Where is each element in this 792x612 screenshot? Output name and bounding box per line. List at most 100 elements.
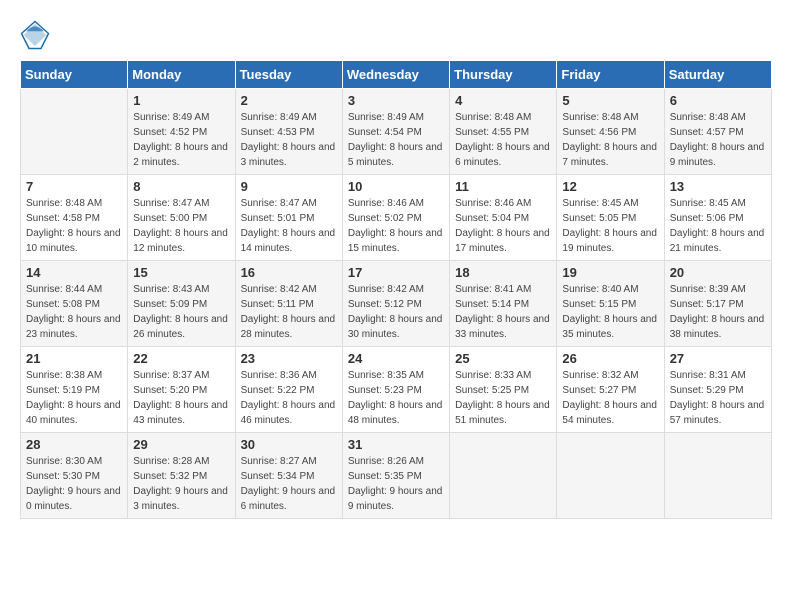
calendar-cell: 12 Sunrise: 8:45 AMSunset: 5:05 PMDayligh… <box>557 175 664 261</box>
day-number: 3 <box>348 93 444 108</box>
calendar-header-monday: Monday <box>128 61 235 89</box>
day-number: 16 <box>241 265 337 280</box>
calendar-cell: 15 Sunrise: 8:43 AMSunset: 5:09 PMDayligh… <box>128 261 235 347</box>
day-detail: Sunrise: 8:28 AMSunset: 5:32 PMDaylight:… <box>133 454 229 514</box>
day-detail: Sunrise: 8:47 AMSunset: 5:01 PMDaylight:… <box>241 196 337 256</box>
day-detail: Sunrise: 8:46 AMSunset: 5:04 PMDaylight:… <box>455 196 551 256</box>
calendar-header-thursday: Thursday <box>450 61 557 89</box>
day-detail: Sunrise: 8:47 AMSunset: 5:00 PMDaylight:… <box>133 196 229 256</box>
day-detail: Sunrise: 8:48 AMSunset: 4:55 PMDaylight:… <box>455 110 551 170</box>
day-detail: Sunrise: 8:26 AMSunset: 5:35 PMDaylight:… <box>348 454 444 514</box>
day-detail: Sunrise: 8:44 AMSunset: 5:08 PMDaylight:… <box>26 282 122 342</box>
day-detail: Sunrise: 8:37 AMSunset: 5:20 PMDaylight:… <box>133 368 229 428</box>
calendar-cell: 16 Sunrise: 8:42 AMSunset: 5:11 PMDayligh… <box>235 261 342 347</box>
calendar-cell: 21 Sunrise: 8:38 AMSunset: 5:19 PMDayligh… <box>21 347 128 433</box>
day-number: 17 <box>348 265 444 280</box>
calendar-cell: 25 Sunrise: 8:33 AMSunset: 5:25 PMDayligh… <box>450 347 557 433</box>
calendar-cell: 1Sunrise: 8:49 AMSunset: 4:52 PMDaylight… <box>128 89 235 175</box>
day-detail: Sunrise: 8:32 AMSunset: 5:27 PMDaylight:… <box>562 368 658 428</box>
calendar-cell: 17 Sunrise: 8:42 AMSunset: 5:12 PMDayligh… <box>342 261 449 347</box>
calendar-cell: 23Sunrise: 8:36 AMSunset: 5:22 PMDayligh… <box>235 347 342 433</box>
day-number: 22 <box>133 351 229 366</box>
calendar-week-row: 28Sunrise: 8:30 AMSunset: 5:30 PMDayligh… <box>21 433 772 519</box>
calendar-header-tuesday: Tuesday <box>235 61 342 89</box>
calendar-cell: 19Sunrise: 8:40 AMSunset: 5:15 PMDayligh… <box>557 261 664 347</box>
day-number: 13 <box>670 179 766 194</box>
day-number: 24 <box>348 351 444 366</box>
calendar-cell <box>664 433 771 519</box>
calendar-cell: 30 Sunrise: 8:27 AMSunset: 5:34 PMDayligh… <box>235 433 342 519</box>
day-detail: Sunrise: 8:41 AMSunset: 5:14 PMDaylight:… <box>455 282 551 342</box>
day-number: 14 <box>26 265 122 280</box>
calendar-cell: 13 Sunrise: 8:45 AMSunset: 5:06 PMDayligh… <box>664 175 771 261</box>
calendar-header-saturday: Saturday <box>664 61 771 89</box>
calendar-cell: 22 Sunrise: 8:37 AMSunset: 5:20 PMDayligh… <box>128 347 235 433</box>
calendar-table: SundayMondayTuesdayWednesdayThursdayFrid… <box>20 60 772 519</box>
day-detail: Sunrise: 8:42 AMSunset: 5:12 PMDaylight:… <box>348 282 444 342</box>
day-number: 12 <box>562 179 658 194</box>
day-detail: Sunrise: 8:33 AMSunset: 5:25 PMDaylight:… <box>455 368 551 428</box>
calendar-cell: 7 Sunrise: 8:48 AMSunset: 4:58 PMDaylight… <box>21 175 128 261</box>
day-number: 15 <box>133 265 229 280</box>
day-number: 31 <box>348 437 444 452</box>
day-detail: Sunrise: 8:46 AMSunset: 5:02 PMDaylight:… <box>348 196 444 256</box>
day-number: 19 <box>562 265 658 280</box>
day-number: 9 <box>241 179 337 194</box>
day-detail: Sunrise: 8:36 AMSunset: 5:22 PMDaylight:… <box>241 368 337 428</box>
calendar-cell: 8 Sunrise: 8:47 AMSunset: 5:00 PMDaylight… <box>128 175 235 261</box>
calendar-cell <box>21 89 128 175</box>
calendar-cell: 9 Sunrise: 8:47 AMSunset: 5:01 PMDaylight… <box>235 175 342 261</box>
calendar-cell: 11Sunrise: 8:46 AMSunset: 5:04 PMDayligh… <box>450 175 557 261</box>
calendar-cell: 27 Sunrise: 8:31 AMSunset: 5:29 PMDayligh… <box>664 347 771 433</box>
day-number: 21 <box>26 351 122 366</box>
calendar-header-sunday: Sunday <box>21 61 128 89</box>
day-number: 6 <box>670 93 766 108</box>
day-detail: Sunrise: 8:48 AMSunset: 4:58 PMDaylight:… <box>26 196 122 256</box>
header <box>20 20 772 50</box>
calendar-week-row: 14 Sunrise: 8:44 AMSunset: 5:08 PMDayligh… <box>21 261 772 347</box>
calendar-header-wednesday: Wednesday <box>342 61 449 89</box>
day-detail: Sunrise: 8:45 AMSunset: 5:05 PMDaylight:… <box>562 196 658 256</box>
calendar-cell: 4 Sunrise: 8:48 AMSunset: 4:55 PMDaylight… <box>450 89 557 175</box>
day-number: 20 <box>670 265 766 280</box>
calendar-cell: 10 Sunrise: 8:46 AMSunset: 5:02 PMDayligh… <box>342 175 449 261</box>
day-detail: Sunrise: 8:45 AMSunset: 5:06 PMDaylight:… <box>670 196 766 256</box>
calendar-cell: 29Sunrise: 8:28 AMSunset: 5:32 PMDayligh… <box>128 433 235 519</box>
day-number: 1 <box>133 93 229 108</box>
day-number: 27 <box>670 351 766 366</box>
logo-icon <box>20 20 50 50</box>
calendar-week-row: 7 Sunrise: 8:48 AMSunset: 4:58 PMDaylight… <box>21 175 772 261</box>
calendar-cell: 18 Sunrise: 8:41 AMSunset: 5:14 PMDayligh… <box>450 261 557 347</box>
day-number: 5 <box>562 93 658 108</box>
calendar-week-row: 1Sunrise: 8:49 AMSunset: 4:52 PMDaylight… <box>21 89 772 175</box>
day-number: 7 <box>26 179 122 194</box>
logo <box>20 20 54 50</box>
day-detail: Sunrise: 8:27 AMSunset: 5:34 PMDaylight:… <box>241 454 337 514</box>
day-detail: Sunrise: 8:31 AMSunset: 5:29 PMDaylight:… <box>670 368 766 428</box>
calendar-header-friday: Friday <box>557 61 664 89</box>
calendar-cell: 20Sunrise: 8:39 AMSunset: 5:17 PMDayligh… <box>664 261 771 347</box>
calendar-cell: 24 Sunrise: 8:35 AMSunset: 5:23 PMDayligh… <box>342 347 449 433</box>
day-detail: Sunrise: 8:35 AMSunset: 5:23 PMDaylight:… <box>348 368 444 428</box>
day-detail: Sunrise: 8:43 AMSunset: 5:09 PMDaylight:… <box>133 282 229 342</box>
day-number: 4 <box>455 93 551 108</box>
day-number: 30 <box>241 437 337 452</box>
day-number: 8 <box>133 179 229 194</box>
day-number: 10 <box>348 179 444 194</box>
day-number: 2 <box>241 93 337 108</box>
day-number: 26 <box>562 351 658 366</box>
calendar-cell: 14 Sunrise: 8:44 AMSunset: 5:08 PMDayligh… <box>21 261 128 347</box>
calendar-cell: 26 Sunrise: 8:32 AMSunset: 5:27 PMDayligh… <box>557 347 664 433</box>
day-detail: Sunrise: 8:48 AMSunset: 4:57 PMDaylight:… <box>670 110 766 170</box>
day-detail: Sunrise: 8:48 AMSunset: 4:56 PMDaylight:… <box>562 110 658 170</box>
day-detail: Sunrise: 8:42 AMSunset: 5:11 PMDaylight:… <box>241 282 337 342</box>
day-number: 25 <box>455 351 551 366</box>
day-number: 28 <box>26 437 122 452</box>
calendar-header-row: SundayMondayTuesdayWednesdayThursdayFrid… <box>21 61 772 89</box>
calendar-week-row: 21 Sunrise: 8:38 AMSunset: 5:19 PMDayligh… <box>21 347 772 433</box>
day-detail: Sunrise: 8:38 AMSunset: 5:19 PMDaylight:… <box>26 368 122 428</box>
calendar-cell: 3Sunrise: 8:49 AMSunset: 4:54 PMDaylight… <box>342 89 449 175</box>
day-detail: Sunrise: 8:49 AMSunset: 4:53 PMDaylight:… <box>241 110 337 170</box>
calendar-cell <box>450 433 557 519</box>
day-number: 18 <box>455 265 551 280</box>
